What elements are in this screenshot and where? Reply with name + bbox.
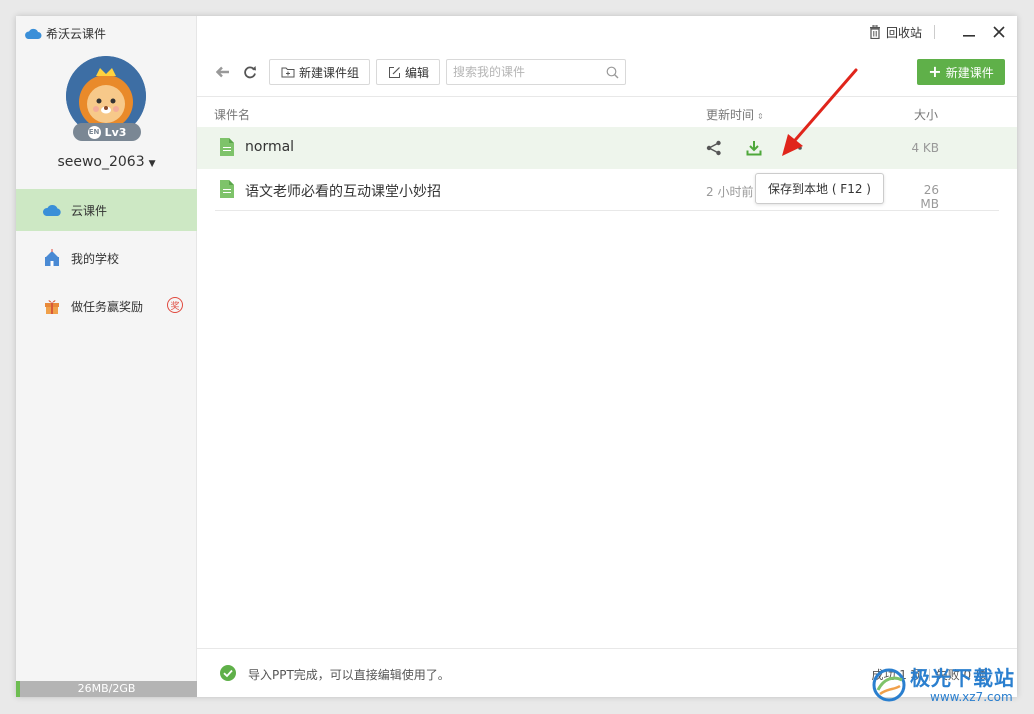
file-time: 2 小时前 xyxy=(706,185,754,199)
refresh-button[interactable] xyxy=(242,64,258,80)
sidebar-item-rewards[interactable]: 做任务赢奖励 奖 xyxy=(16,285,197,327)
status-message: 导入PPT完成，可以直接编辑使用了。 xyxy=(248,668,450,682)
sidebar: 希沃云课件 EN Lv3 seewo_2063 ▼ 云课件 我的学校 做任务赢奖… xyxy=(16,16,197,697)
column-header-time-label: 更新时间 xyxy=(706,108,755,122)
level-badge: EN Lv3 xyxy=(73,123,141,141)
app-brand: 希沃云课件 xyxy=(24,25,106,42)
trash-icon xyxy=(869,25,880,39)
titlebar-divider xyxy=(934,25,935,39)
file-name: 语文老师必看的互动课堂小妙招 xyxy=(245,184,441,200)
sort-icon: ⇕ xyxy=(757,112,764,121)
download-button[interactable] xyxy=(745,139,763,157)
app-title: 希沃云课件 xyxy=(46,27,107,41)
storage-usage-label: 26MB/2GB xyxy=(77,682,136,695)
recycle-bin-button[interactable]: 回收站 xyxy=(869,24,922,41)
success-check-icon xyxy=(220,665,236,681)
download-icon xyxy=(746,141,762,156)
recycle-bin-label: 回收站 xyxy=(885,25,922,40)
back-button[interactable] xyxy=(215,64,231,80)
column-header-name: 课件名 xyxy=(214,108,251,122)
search-icon[interactable] xyxy=(606,66,619,79)
file-size: 26 MB xyxy=(920,183,939,211)
refresh-icon xyxy=(244,66,256,79)
search-input[interactable] xyxy=(453,65,594,79)
new-courseware-button[interactable]: + 新建课件 xyxy=(917,59,1005,85)
watermark-title: 极光下载站 xyxy=(910,666,1015,690)
edit-button[interactable]: 编辑 xyxy=(376,59,441,85)
titlebar-controls: 回收站 xyxy=(869,22,1009,42)
watermark: 极光下载站 www.xz7.com xyxy=(872,660,1030,710)
storage-usage-fill xyxy=(16,681,20,697)
table-row[interactable]: 语文老师必看的互动课堂小妙招 2 小时前 26 MB xyxy=(197,169,1017,211)
storage-usage-bar: 26MB/2GB xyxy=(16,681,197,697)
cloud-icon xyxy=(42,201,62,219)
close-button[interactable] xyxy=(989,22,1009,42)
file-icon xyxy=(220,180,234,198)
minimize-icon xyxy=(963,35,975,37)
share-icon xyxy=(706,140,721,156)
new-group-button[interactable]: 新建课件组 xyxy=(269,59,371,85)
new-courseware-label: 新建课件 xyxy=(945,65,994,80)
level-label: Lv3 xyxy=(104,125,127,139)
search-box xyxy=(446,59,627,85)
watermark-logo-icon xyxy=(872,668,906,702)
username: seewo_2063 xyxy=(57,154,145,170)
toolbar: 新建课件组 编辑 xyxy=(215,59,627,85)
plus-icon: + xyxy=(928,62,942,81)
watermark-url: www.xz7.com xyxy=(930,690,1013,704)
row-divider xyxy=(215,210,999,211)
arrow-left-icon xyxy=(216,66,229,78)
sidebar-item-label: 云课件 xyxy=(71,203,108,218)
username-dropdown[interactable]: seewo_2063 ▼ xyxy=(16,154,197,170)
level-badge-icon: EN xyxy=(87,125,101,139)
file-name: normal xyxy=(245,139,295,155)
edit-icon xyxy=(388,66,401,79)
file-icon xyxy=(220,138,234,156)
sidebar-item-cloud-courseware[interactable]: 云课件 xyxy=(16,189,197,231)
new-group-label: 新建课件组 xyxy=(299,65,360,80)
sidebar-item-my-school[interactable]: 我的学校 xyxy=(16,237,197,279)
caret-down-icon: ▼ xyxy=(148,159,156,169)
cloud-logo-icon xyxy=(25,28,42,39)
share-button[interactable] xyxy=(705,139,723,157)
gift-icon xyxy=(42,297,62,315)
app-window: 希沃云课件 EN Lv3 seewo_2063 ▼ 云课件 我的学校 做任务赢奖… xyxy=(16,16,1017,697)
school-icon xyxy=(42,249,62,267)
minimize-button[interactable] xyxy=(959,22,979,42)
table-row[interactable]: normal 4 KB xyxy=(197,127,1017,169)
edit-label: 编辑 xyxy=(405,65,430,80)
column-header-size: 大小 xyxy=(914,108,939,122)
sidebar-item-label: 我的学校 xyxy=(71,251,120,266)
table-header: 课件名 更新时间 ⇕ 大小 xyxy=(197,96,1017,128)
annotation-arrow-icon xyxy=(782,68,858,156)
column-header-time[interactable]: 更新时间 ⇕ xyxy=(706,106,764,123)
reward-badge: 奖 xyxy=(167,297,183,313)
sidebar-item-label: 做任务赢奖励 xyxy=(71,299,144,314)
download-tooltip: 保存到本地 ( F12 ) xyxy=(755,173,884,204)
close-icon xyxy=(993,26,1005,38)
folder-add-icon xyxy=(281,66,295,78)
file-size: 4 KB xyxy=(911,141,939,155)
